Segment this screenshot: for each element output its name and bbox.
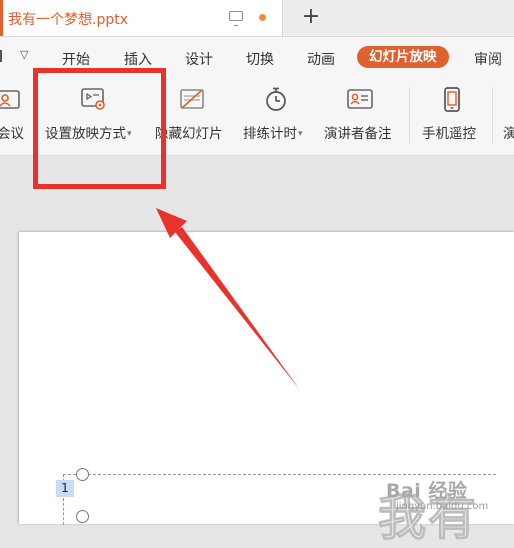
- rehearse-timing-label: 排练计时▾: [243, 122, 303, 142]
- menu-item-slideshow[interactable]: 幻灯片放映: [357, 46, 449, 68]
- menu-item-design[interactable]: 设计: [185, 49, 213, 69]
- rehearse-timing-text: 排练计时: [243, 126, 297, 142]
- rehearse-timing-dropdown-icon[interactable]: ▾: [298, 129, 303, 139]
- menu-item-animation[interactable]: 动画: [307, 49, 335, 69]
- textbox-resize-handle[interactable]: [76, 510, 89, 523]
- paragraph-number: 1: [56, 480, 74, 497]
- speaker-notes-label: 演讲者备注: [324, 126, 392, 142]
- presenter-view-label: 演: [503, 126, 514, 142]
- hide-slide-button[interactable]: 隐藏幻灯片: [155, 81, 235, 149]
- rehearse-timing-button[interactable]: 排练计时▾: [240, 81, 315, 149]
- tab-strip: 我有一个梦想.pptx +: [0, 0, 514, 37]
- phone-remote-button[interactable]: 手机遥控: [418, 81, 486, 149]
- phone-remote-icon: [444, 87, 460, 112]
- unsaved-indicator-icon: [259, 14, 266, 21]
- menu-item-insert[interactable]: 插入: [124, 49, 152, 69]
- menu-item-transitions[interactable]: 切换: [246, 49, 274, 69]
- speaker-notes-button[interactable]: 演讲者备注: [322, 81, 402, 149]
- document-title: 我有一个梦想.pptx: [8, 12, 128, 28]
- toolbar-divider: [409, 87, 410, 143]
- tab-accent-bar: [0, 0, 3, 36]
- speaker-notes-icon: [347, 89, 373, 109]
- menu-item-review[interactable]: 审阅: [474, 49, 502, 69]
- quick-access-dropdown-icon[interactable]: ▽: [20, 48, 28, 61]
- watermark-brand: Bai 经验: [386, 480, 468, 502]
- textbox-resize-handle[interactable]: [76, 468, 89, 481]
- new-tab-button[interactable]: +: [300, 5, 322, 29]
- highlight-box: [33, 68, 166, 189]
- stopwatch-icon: [266, 87, 286, 111]
- document-tab[interactable]: 我有一个梦想.pptx: [0, 0, 283, 36]
- hide-slide-icon: [180, 89, 204, 109]
- watermark: Bai 经验 jingyan.baidu.com: [386, 476, 488, 512]
- meeting-label: 会议: [0, 126, 24, 142]
- quick-access-handle-icon: [0, 50, 2, 62]
- meeting-icon: [0, 90, 20, 109]
- toolbar-divider: [492, 87, 493, 143]
- monitor-icon[interactable]: [229, 11, 243, 26]
- phone-remote-label: 手机遥控: [422, 126, 476, 142]
- watermark-url: jingyan.baidu.com: [396, 501, 489, 512]
- meeting-button[interactable]: 会议: [0, 81, 30, 149]
- menu-item-start[interactable]: 开始: [62, 49, 90, 69]
- presenter-view-button[interactable]: 演: [499, 81, 514, 149]
